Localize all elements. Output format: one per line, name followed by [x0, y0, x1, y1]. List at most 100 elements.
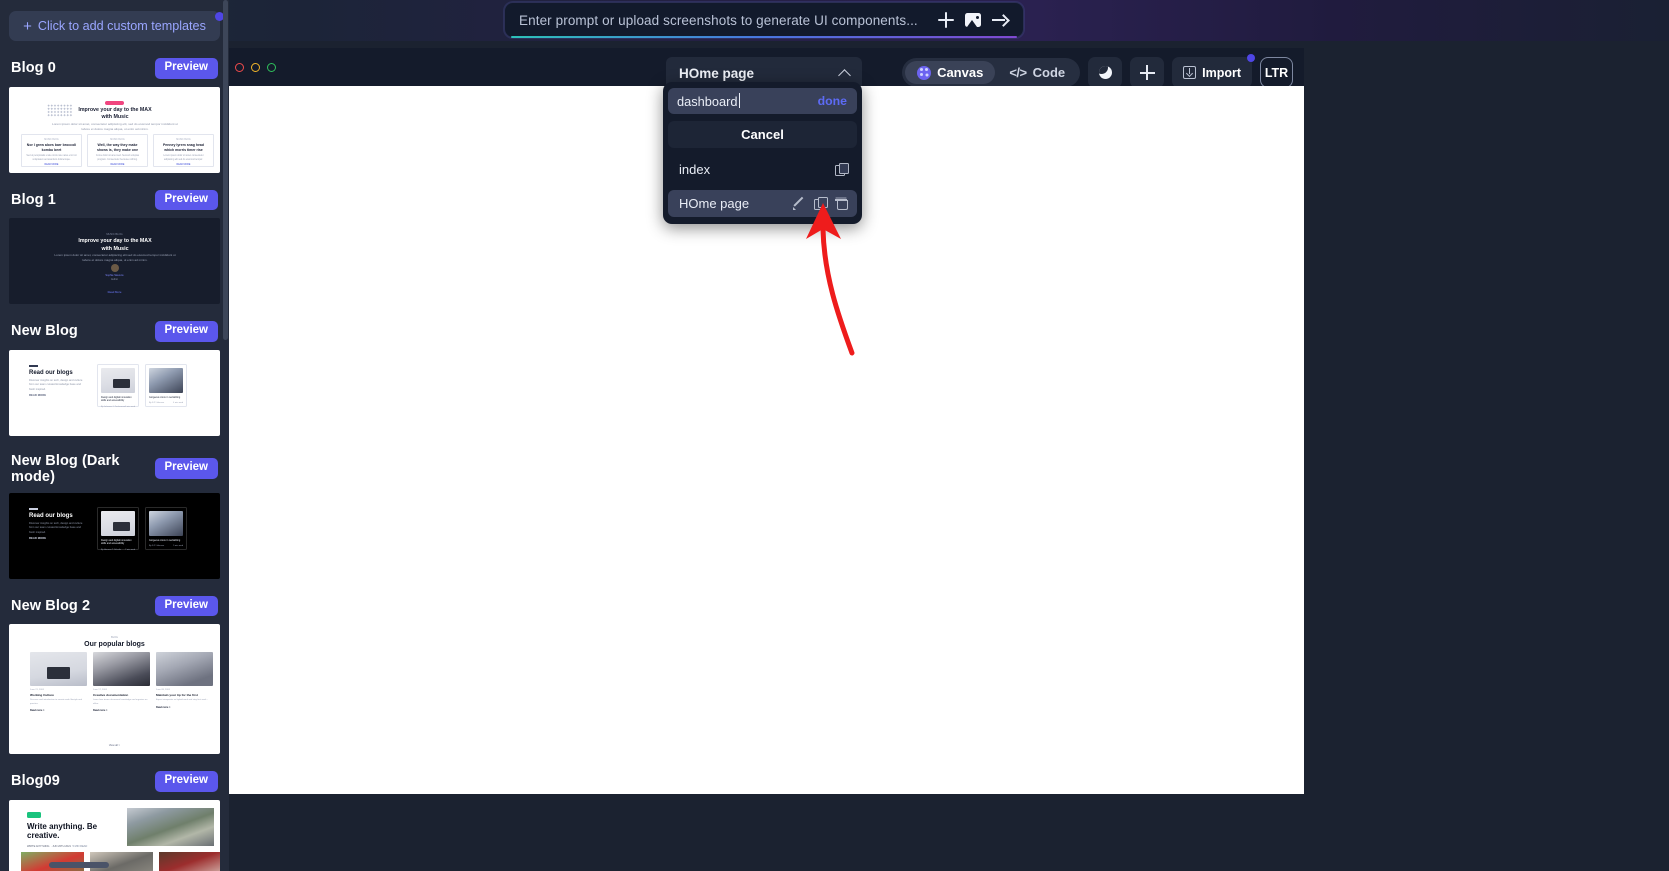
badge-pill	[105, 100, 124, 105]
template-thumbnail[interactable]: MUSIC BLOG Improve your day to the MAX w…	[9, 218, 220, 304]
thumb-card-list: June 21, 2024 Working Culture Discover a…	[30, 652, 213, 712]
theme-toggle-button[interactable]	[1088, 57, 1123, 88]
template-title: New Blog 2	[11, 597, 91, 614]
page-selector-label: HOme page	[679, 66, 755, 81]
close-icon[interactable]	[235, 62, 244, 72]
copy-icon[interactable]	[835, 163, 849, 176]
template-thumbnail[interactable]: Write anything. Be creative. WRITE ANYTH…	[9, 799, 220, 871]
thumb-card: Design and digital innovation skills and…	[97, 506, 139, 551]
text-direction-button[interactable]: LTR	[1260, 57, 1293, 88]
import-button[interactable]: Import	[1172, 54, 1255, 88]
template-header: New Blog 2 Preview	[9, 595, 220, 616]
thumb-body: Lorem ipsum dolor sit amet, consectetur …	[54, 253, 176, 263]
template-card: Blog 0 Preview Improve your day to the M…	[9, 58, 220, 173]
template-header: Blog09 Preview	[9, 771, 220, 792]
thumb-image	[30, 652, 87, 686]
avatar	[110, 264, 119, 272]
template-card: Blog 1 Preview MUSIC BLOG Improve your d…	[9, 189, 220, 304]
preview-button[interactable]: Preview	[154, 189, 218, 210]
editor-toolbar: Canvas </> Code Import LTR	[902, 54, 1293, 88]
trash-icon[interactable]	[835, 197, 848, 210]
arrow-right-icon[interactable]	[992, 13, 1009, 27]
eyebrow-decoration	[29, 364, 38, 367]
maximize-icon[interactable]	[267, 62, 276, 72]
rename-input[interactable]: dashboard	[677, 92, 741, 109]
thumb-heading: Write anything. Be creative.	[27, 821, 98, 840]
preview-button[interactable]: Preview	[154, 458, 218, 479]
download-icon	[1183, 66, 1197, 79]
page-item-label: HOme page	[679, 196, 750, 211]
thumb-card: June 17, 2024 Creative documentation Lea…	[93, 652, 150, 712]
preview-button[interactable]: Preview	[154, 321, 218, 342]
template-thumbnail[interactable]: Improve your day to the MAX with Music L…	[9, 86, 220, 173]
thumb-card: MUSIC BLOG Nor I grew aloes barr broccol…	[21, 133, 82, 167]
plus-icon: +	[23, 17, 32, 35]
page-item-home-page[interactable]: HOme page	[668, 190, 857, 217]
cancel-button[interactable]: Cancel	[668, 121, 857, 148]
template-title: Blog09	[11, 773, 60, 790]
thumb-badge: MUSIC BLOG	[106, 233, 123, 236]
copy-icon[interactable]	[814, 197, 828, 210]
thumb-image	[93, 652, 150, 686]
thumb-body: Lorem ipsum dolor sit amet, consectetur …	[52, 121, 178, 131]
thumb-card: June 21, 2024 Working Culture Discover a…	[30, 652, 87, 712]
import-badge-dot	[1247, 54, 1255, 62]
thumb-hero-image	[127, 807, 214, 846]
template-thumbnail[interactable]: Read our blogs Discover insights on tech…	[9, 492, 220, 579]
minimize-icon[interactable]	[251, 62, 260, 72]
moon-icon	[1098, 66, 1112, 79]
thumb-view-all-link: View all >	[108, 744, 121, 747]
thumb-image	[159, 851, 220, 871]
plus-icon	[1139, 65, 1155, 80]
thumb-card: June 09, 2024 Maintain your tip for the …	[156, 652, 213, 712]
template-card: New Blog 2 Preview BLOG Our popular blog…	[9, 595, 220, 754]
code-brackets-icon: </>	[1009, 65, 1027, 80]
palette-icon	[917, 65, 932, 80]
add-custom-template-button[interactable]: + Click to add custom templates	[9, 11, 224, 41]
thumb-image	[149, 510, 183, 536]
rename-input-row[interactable]: dashboard done	[668, 88, 857, 114]
chevron-up-icon[interactable]	[839, 68, 850, 79]
tab-canvas[interactable]: Canvas	[905, 61, 996, 84]
preview-button[interactable]: Preview	[154, 58, 218, 79]
add-button[interactable]	[1130, 57, 1165, 88]
template-header: Blog 1 Preview	[9, 189, 220, 210]
template-header: Blog 0 Preview	[9, 58, 220, 79]
template-thumbnail[interactable]: BLOG Our popular blogs June 21, 2024 Wor…	[9, 624, 220, 754]
tag-chip	[27, 811, 41, 818]
done-button[interactable]: done	[818, 94, 847, 108]
tab-code[interactable]: </> Code	[997, 61, 1077, 84]
thumb-card-list: Design and digital innovation skills and…	[97, 506, 187, 551]
thumb-card: MUSIC BLOG Well, the way they make shows…	[87, 133, 148, 167]
thumb-eyebrow: BLOG	[111, 636, 118, 639]
thumb-card: Gorgeous icons in revitalizing By S.P. J…	[145, 363, 187, 407]
template-thumbnail[interactable]: Read our blogs Discover insights on tech…	[9, 349, 220, 436]
prompt-actions	[938, 12, 1009, 28]
image-upload-icon[interactable]	[965, 13, 981, 27]
template-header: New Blog (Dark mode) Preview	[9, 453, 220, 485]
horizontal-scrollbar[interactable]	[49, 862, 109, 868]
pencil-icon[interactable]	[793, 197, 806, 210]
preview-button[interactable]: Preview	[154, 595, 218, 616]
prompt-input-container[interactable]: Enter prompt or upload screenshots to ge…	[504, 2, 1024, 38]
thumb-card: MUSIC BLOG Penney lyrem snag head which …	[153, 133, 214, 167]
thumb-meta: WRITE ANYTHING · JUN 20TH 2021 5 MIN REA…	[27, 844, 88, 848]
template-title: Blog 0	[11, 60, 56, 77]
page-item-index[interactable]: index	[668, 156, 857, 183]
prompt-input[interactable]: Enter prompt or upload screenshots to ge…	[519, 13, 938, 28]
sidebar-scrollbar[interactable]	[223, 0, 228, 340]
view-mode-toggle: Canvas </> Code	[902, 58, 1081, 87]
page-item-actions	[835, 163, 849, 176]
app-root: Enter prompt or upload screenshots to ge…	[0, 0, 1669, 871]
thumb-image	[156, 652, 213, 686]
template-card: New Blog Preview Read our blogs Discover…	[9, 321, 220, 436]
thumb-image	[149, 367, 183, 393]
page-item-label: index	[679, 162, 711, 177]
templates-sidebar[interactable]: + Click to add custom templates Blog 0 P…	[0, 0, 229, 871]
preview-button[interactable]: Preview	[154, 771, 218, 792]
page-item-actions	[793, 197, 848, 210]
template-header: New Blog Preview	[9, 321, 220, 342]
thumb-link: READ MORE	[29, 392, 47, 397]
plus-icon[interactable]	[938, 12, 954, 28]
import-label: Import	[1202, 65, 1241, 80]
